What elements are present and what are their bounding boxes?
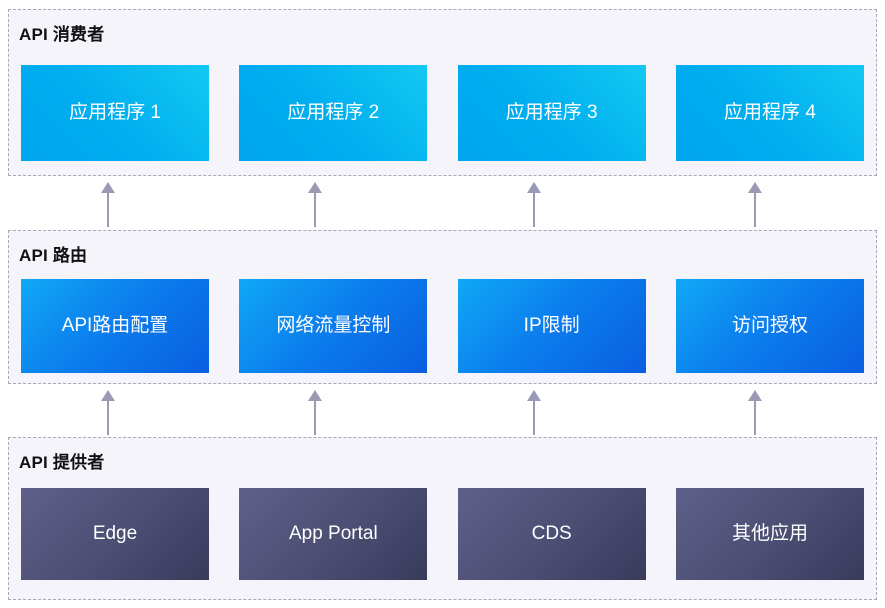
section-api-providers: API 提供者 Edge App Portal CDS 其他应用 <box>8 437 877 600</box>
consumer-box-app-2[interactable]: 应用程序 2 <box>239 65 428 161</box>
arrow-provider-to-routing-4 <box>748 390 762 435</box>
routing-box-row: API路由配置 网络流量控制 IP限制 访问授权 <box>21 279 864 373</box>
provider-box-row: Edge App Portal CDS 其他应用 <box>21 488 864 580</box>
provider-box-other-apps[interactable]: 其他应用 <box>675 488 864 580</box>
arrow-shaft <box>107 399 109 435</box>
arrow-shaft <box>314 191 316 227</box>
section-api-consumers: API 消费者 应用程序 1 应用程序 2 应用程序 3 应用程序 4 <box>8 9 877 176</box>
arrow-shaft <box>533 399 535 435</box>
section-api-routing: API 路由 API路由配置 网络流量控制 IP限制 访问授权 <box>8 230 877 384</box>
arrow-routing-to-consumer-4 <box>748 182 762 227</box>
arrow-shaft <box>107 191 109 227</box>
section-title-api-providers: API 提供者 <box>19 453 105 472</box>
consumer-box-app-3[interactable]: 应用程序 3 <box>457 65 646 161</box>
arrow-routing-to-consumer-3 <box>527 182 541 227</box>
routing-box-api-route-config[interactable]: API路由配置 <box>21 279 209 373</box>
arrow-shaft <box>314 399 316 435</box>
consumer-box-app-1[interactable]: 应用程序 1 <box>21 65 209 161</box>
provider-box-edge[interactable]: Edge <box>21 488 209 580</box>
arrow-provider-to-routing-2 <box>308 390 322 435</box>
arrow-shaft <box>754 191 756 227</box>
section-title-api-consumers: API 消费者 <box>19 25 105 44</box>
consumer-box-app-4[interactable]: 应用程序 4 <box>675 65 864 161</box>
arrow-shaft <box>533 191 535 227</box>
routing-box-ip-restriction[interactable]: IP限制 <box>457 279 646 373</box>
arrow-routing-to-consumer-1 <box>101 182 115 227</box>
provider-box-cds[interactable]: CDS <box>457 488 646 580</box>
provider-box-app-portal[interactable]: App Portal <box>239 488 428 580</box>
arrow-routing-to-consumer-2 <box>308 182 322 227</box>
routing-box-traffic-control[interactable]: 网络流量控制 <box>239 279 428 373</box>
section-title-api-routing: API 路由 <box>19 246 88 265</box>
api-architecture-diagram: API 消费者 应用程序 1 应用程序 2 应用程序 3 应用程序 4 API … <box>0 0 885 608</box>
arrow-provider-to-routing-1 <box>101 390 115 435</box>
arrow-shaft <box>754 399 756 435</box>
arrow-provider-to-routing-3 <box>527 390 541 435</box>
consumer-box-row: 应用程序 1 应用程序 2 应用程序 3 应用程序 4 <box>21 65 864 161</box>
routing-box-access-authorization[interactable]: 访问授权 <box>675 279 864 373</box>
